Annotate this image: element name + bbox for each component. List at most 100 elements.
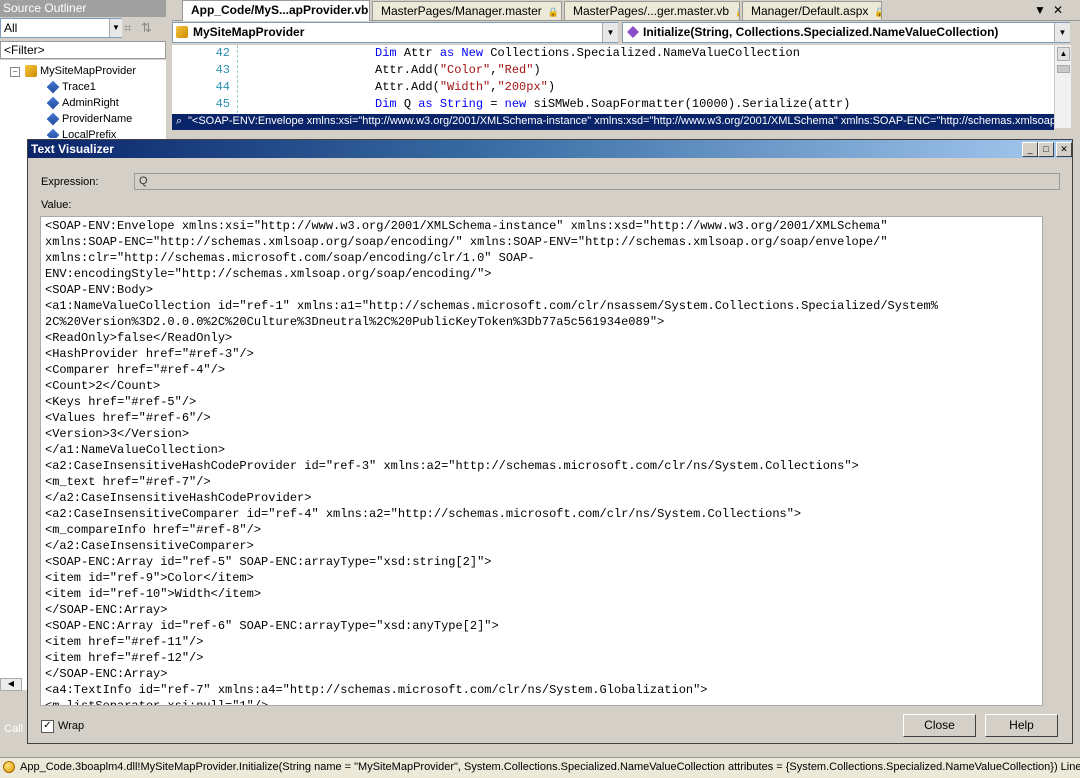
tab-label: Manager/Default.aspx	[751, 4, 869, 18]
value-line: </a1:NameValueCollection>	[45, 443, 226, 457]
tab-manager-master[interactable]: MasterPages/Manager.master 🔒	[372, 1, 562, 20]
tree-node-label: AdminRight	[62, 97, 119, 109]
tree-node-root[interactable]: MySiteMapProvider	[25, 63, 136, 79]
datatip-value[interactable]: ⌕ "<SOAP-ENV:Envelope xmlns:xsi="http://w…	[172, 114, 1054, 130]
value-line: </SOAP-ENC:Array>	[45, 667, 168, 681]
value-line: <SOAP-ENV:Body>	[45, 283, 154, 297]
scroll-left-icon[interactable]: ◀	[0, 678, 22, 691]
value-line: <Values href="#ref-6"/>	[45, 411, 211, 425]
code-line[interactable]: Dim Attr as New Collections.Specialized.…	[375, 45, 800, 62]
tab-manager-master-vb[interactable]: MasterPages/...ger.master.vb 🔒	[564, 1, 740, 20]
property-icon	[47, 128, 60, 138]
value-line: <item href="#ref-12"/>	[45, 651, 204, 665]
class-nav-combo[interactable]: MySiteMapProvider	[172, 22, 618, 43]
line-number: 42	[215, 46, 230, 60]
maximize-icon[interactable]: □	[1038, 142, 1054, 157]
help-button[interactable]: Help	[985, 714, 1058, 737]
tree-node[interactable]: LocalPrefix	[47, 127, 116, 138]
property-icon	[46, 96, 60, 110]
minimize-icon[interactable]: _	[1022, 142, 1038, 157]
value-line: xmlns:clr="http://schemas.microsoft.com/…	[45, 251, 535, 265]
method-nav-combo[interactable]: Initialize(String, Collections.Specializ…	[622, 22, 1070, 43]
magnifier-icon[interactable]: ⌕	[176, 114, 188, 129]
status-bar: App_Code.3boaplm4.dll!MySiteMapProvider.…	[0, 757, 1080, 778]
lock-icon: 🔒	[874, 7, 881, 17]
tab-default-aspx[interactable]: Manager/Default.aspx 🔒	[742, 1, 882, 20]
tab-label: MasterPages/...ger.master.vb	[573, 4, 730, 18]
value-line: </SOAP-ENC:Array>	[45, 603, 168, 617]
outliner-filter-input[interactable]: <Filter>	[0, 41, 166, 59]
lock-icon: 🔒	[547, 7, 559, 17]
wrap-checkbox[interactable]: ✓	[41, 720, 54, 733]
call-stack-tab[interactable]: Call	[4, 723, 23, 735]
expression-field[interactable]: Q	[134, 173, 1060, 190]
value-line: <a4:TextInfo id="ref-7" xmlns:a4="http:/…	[45, 683, 708, 697]
scroll-thumb[interactable]	[1057, 65, 1070, 73]
class-icon	[176, 26, 188, 38]
value-line: <item id="ref-10">Width</item>	[45, 587, 262, 601]
tree-node[interactable]: AdminRight	[46, 95, 119, 111]
close-button[interactable]: Close	[903, 714, 976, 737]
value-line: ENV:encodingStyle="http://schemas.xmlsoa…	[45, 267, 492, 281]
datatip-text: "<SOAP-ENV:Envelope xmlns:xsi="http://ww…	[188, 115, 1054, 127]
outliner-toolbar: ⌗ ⇅	[124, 19, 162, 37]
value-line: </a2:CaseInsensitiveComparer>	[45, 539, 254, 553]
value-text-area[interactable]: <SOAP-ENV:Envelope xmlns:xsi="http://www…	[40, 216, 1043, 706]
scroll-up-icon[interactable]: ▲	[1057, 47, 1070, 61]
code-line[interactable]: Attr.Add("Width","200px")	[375, 79, 555, 96]
code-line[interactable]: Dim Q as String = new siSMWeb.SoapFormat…	[375, 96, 850, 113]
chevron-down-icon[interactable]: ▼	[602, 23, 618, 42]
tree-node-label: ProviderName	[62, 113, 133, 125]
value-line: <m_text href="#ref-7"/>	[45, 475, 211, 489]
value-line: <SOAP-ENC:Array id="ref-6" SOAP-ENC:arra…	[45, 619, 499, 633]
value-line: xmlns:SOAP-ENC="http://schemas.xmlsoap.o…	[45, 235, 888, 249]
value-line: </a2:CaseInsensitiveHashCodeProvider>	[45, 491, 312, 505]
sort-icon[interactable]: ⇅	[141, 20, 152, 35]
property-icon	[46, 112, 60, 126]
value-line: <ReadOnly>false</ReadOnly>	[45, 331, 233, 345]
tree-node-label: LocalPrefix	[62, 129, 117, 138]
value-line: <m_listSeparator xsi:null="1"/>	[45, 699, 269, 706]
tab-label: MasterPages/Manager.master	[381, 4, 542, 18]
wrap-label[interactable]: Wrap	[58, 720, 84, 732]
value-line: <HashProvider href="#ref-3"/>	[45, 347, 254, 361]
expression-label: Expression:	[41, 176, 99, 188]
value-line: <Keys href="#ref-5"/>	[45, 395, 197, 409]
close-tab-icon[interactable]: ✕	[1050, 2, 1066, 18]
close-icon[interactable]: ✕	[1056, 142, 1072, 157]
outliner-scope-combo[interactable]: All	[0, 18, 122, 38]
class-icon	[25, 65, 37, 78]
value-line: <a2:CaseInsensitiveComparer id="ref-4" x…	[45, 507, 802, 521]
chevron-down-icon[interactable]: ▼	[109, 19, 122, 37]
filter-icon[interactable]: ⌗	[124, 20, 131, 35]
value-label: Value:	[41, 199, 72, 211]
line-number: 44	[215, 80, 230, 94]
value-line: <Count>2</Count>	[45, 379, 161, 393]
source-outliner-title: Source Outliner	[0, 0, 166, 17]
outliner-tree: − MySiteMapProvider Trace1 AdminRight Pr…	[0, 60, 166, 145]
editor-vertical-scrollbar[interactable]: ▲	[1054, 45, 1071, 128]
tree-node[interactable]: ProviderName	[46, 111, 133, 127]
value-line: <SOAP-ENC:Array id="ref-5" SOAP-ENC:arra…	[45, 555, 492, 569]
tree-node-label: MySiteMapProvider	[40, 65, 136, 77]
line-number: 45	[215, 97, 230, 111]
value-line: <Comparer href="#ref-4"/>	[45, 363, 226, 377]
breakpoint-arrow-icon	[3, 761, 15, 773]
tab-list-dropdown-icon[interactable]: ▼	[1032, 2, 1048, 18]
value-line: <a2:CaseInsensitiveHashCodeProvider id="…	[45, 459, 859, 473]
tree-node-label: Trace1	[62, 81, 96, 93]
value-line: <item id="ref-9">Color</item>	[45, 571, 254, 585]
document-tab-bar: App_Code/MyS...apProvider.vb MasterPages…	[172, 0, 1080, 21]
collapse-icon[interactable]: −	[10, 67, 20, 77]
dialog-title: Text Visualizer	[31, 142, 114, 156]
chevron-down-icon[interactable]: ▼	[1054, 23, 1070, 42]
tab-myprovider-vb[interactable]: App_Code/MyS...apProvider.vb	[182, 0, 370, 21]
dialog-title-bar[interactable]: Text Visualizer	[28, 140, 1072, 158]
tab-label: App_Code/MyS...apProvider.vb	[191, 3, 369, 17]
line-number: 43	[215, 63, 230, 77]
value-line: <m_compareInfo href="#ref-8"/>	[45, 523, 262, 537]
tree-node[interactable]: Trace1	[46, 79, 96, 95]
value-line: <a1:NameValueCollection id="ref-1" xmlns…	[45, 299, 938, 313]
code-line[interactable]: Attr.Add("Color","Red")	[375, 62, 541, 79]
value-line: 2C%20Version%3D2.0.0.0%2C%20Culture%3Dne…	[45, 315, 665, 329]
